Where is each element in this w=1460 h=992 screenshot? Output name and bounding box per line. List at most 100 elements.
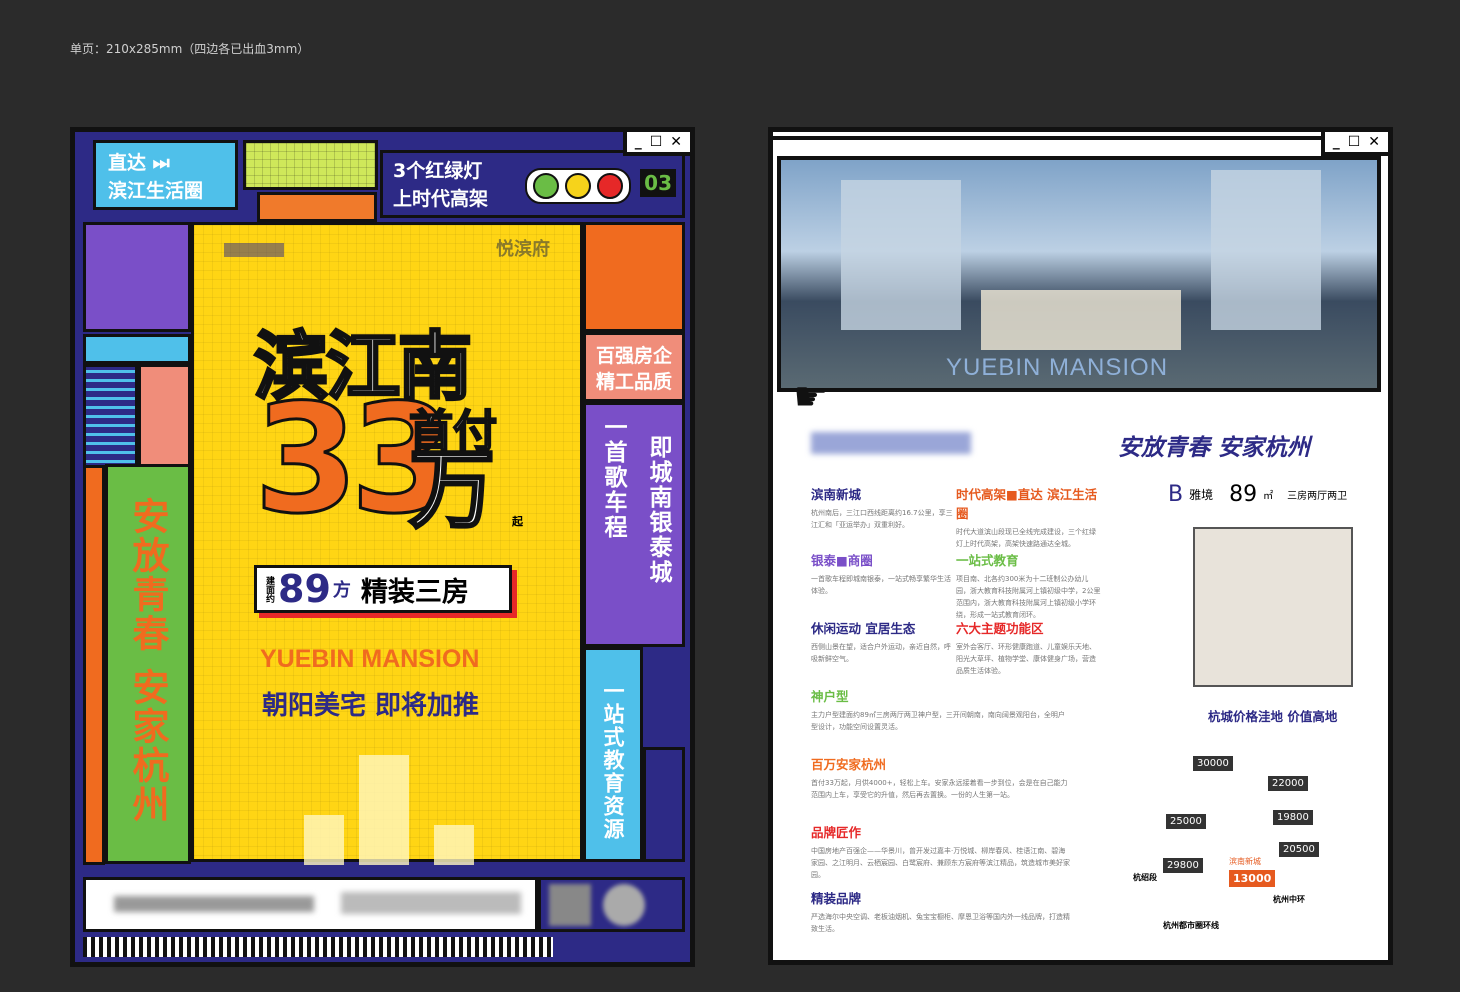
sec-title: 时代高架■直达 滨江生活圈	[956, 487, 1098, 521]
sec-body: 杭州南后，三江口西线距离约16.7公里，享三江汇和「亚运举办」双重利好。	[811, 509, 953, 529]
price-suffix: 起	[512, 515, 523, 528]
price-tag: 20500	[1279, 842, 1319, 857]
brand-name: 悦滨府	[496, 239, 550, 260]
blue-cloud-block	[83, 334, 191, 364]
badge-line1: 直达 ⏭	[108, 152, 170, 174]
sec-title: 休闲运动 宜居生态	[811, 621, 916, 636]
traffic-number: 03	[640, 169, 676, 197]
badge-block: 直达 ⏭ 滨江生活圈	[93, 140, 238, 210]
hero-building-left	[841, 180, 961, 330]
red-light-icon	[597, 173, 623, 199]
sec-body: 中国房地产百强企——华景川，曾开发过嘉丰·万悦城、柳岸春风、桂语江南、碧海家园、…	[811, 847, 1070, 879]
sec-body: 一首歌车程即城南银泰，一站式畅享繁华生活体验。	[811, 575, 951, 595]
close-icon[interactable]: ✕	[1368, 134, 1380, 150]
skyline-b	[304, 815, 344, 865]
plan-area: 89	[1229, 482, 1258, 507]
back-window-controls: _ ☐ ✕	[1320, 132, 1388, 156]
front-window-controls: _ ☐ ✕	[622, 132, 690, 156]
sec-title: 百万安家杭州	[811, 757, 887, 772]
map-title: 杭城价格洼地 价值高地	[1208, 709, 1338, 724]
back-slogan: 安放青春 安家杭州	[1118, 435, 1311, 461]
side-badge-line1: 百强房企	[596, 345, 673, 367]
floorplan-header: B 雅境 89 ㎡ 三房两厅两卫	[1168, 482, 1347, 507]
skyline	[359, 755, 409, 865]
sec-body: 西侧山景在望，适合户外运动，亲近自然，呼吸新鲜空气。	[811, 643, 951, 663]
main-yellow-panel: 悦滨府 滨江南 33 首付 万 起 建面约 89 方 精装三房 YUEBIN M…	[191, 222, 583, 865]
sec-body: 时代大道滨山段现已全线完成建设，三个红绿灯上时代高架，高架快速路通达全城。	[956, 528, 1096, 548]
sec-body: 主力户型建面约89㎡三房两厅两卫神户型，三开间朝南，南向阔景观阳台，全明户型设计…	[811, 711, 1065, 731]
caption: 单页：210x285mm（四边各已出血3mm）	[70, 42, 310, 56]
front-page: 直达 ⏭ 滨江生活圈 3个红绿灯 上时代高架 03 _ ☐ ✕ 悦滨府 滨江南 …	[70, 127, 695, 967]
hero-photo: YUEBIN MANSION	[777, 156, 1381, 392]
qr-block	[538, 877, 685, 932]
sec-body: 室外会客厅、环形健康跑道、儿童娱乐天地、阳光大草坪、植物学堂、康体健身广场，营造…	[956, 643, 1096, 675]
blue-vertical-block: 一站式教育资源	[583, 647, 643, 862]
orange-edge	[83, 465, 105, 865]
back-logo-blur	[811, 432, 971, 454]
hero-gate	[981, 290, 1181, 350]
side-badge-line2: 精工品质	[596, 371, 673, 393]
slogan-line: 朝阳美宅 即将加推	[262, 691, 480, 721]
sec-title: 神户型	[811, 689, 849, 704]
sec-body: 严选海尔中央空调、老板油烟机、兔宝宝橱柜、摩恩卫浴等国内外一线品牌，打造精致生活…	[811, 913, 1070, 933]
floorplan-image	[1193, 527, 1353, 687]
barcode-strip	[83, 937, 553, 957]
close-icon[interactable]: ✕	[670, 134, 682, 150]
sec-title: 精装品牌	[811, 891, 862, 906]
price-tag: 22000	[1268, 776, 1308, 791]
green-vertical-block: 安放青春 安家杭州	[105, 464, 191, 864]
yellow-light-icon	[565, 173, 591, 199]
vert-city: 即城南银泰城	[645, 435, 671, 585]
brand-logo	[224, 243, 284, 257]
green-light-icon	[533, 173, 559, 199]
sec-body: 项目南、北各约300米为十二班制公办幼儿园，浙大教育科技附属河上镇初级中学，2公…	[956, 575, 1101, 619]
map-label: 滨南新城	[1229, 857, 1261, 866]
sec-title: 品牌匠作	[811, 825, 862, 840]
price-unit: 万	[408, 440, 497, 540]
bridge-block	[257, 192, 377, 222]
back-window-bar	[773, 132, 1388, 140]
maximize-icon[interactable]: ☐	[1348, 134, 1361, 150]
vert-song: 一首歌车程	[600, 415, 626, 540]
price-tag: 29800	[1163, 858, 1203, 873]
traffic-light	[525, 168, 631, 204]
price-tag: 30000	[1193, 756, 1233, 771]
hero-caption: YUEBIN MANSION	[946, 354, 1169, 381]
size-banner: 建面约 89 方 精装三房	[254, 565, 512, 613]
sec-body: 首付33万起，月供4000+，轻松上车。安家永远接着看一步到位，会是在自己能力范…	[811, 779, 1068, 799]
hero-building-right	[1211, 170, 1321, 330]
side-badge: 百强房企 精工品质	[583, 332, 685, 402]
plan-area-unit: ㎡	[1263, 491, 1274, 502]
sec-title: 滨南新城	[811, 487, 862, 502]
contact-bar	[83, 877, 538, 932]
maximize-icon[interactable]: ☐	[650, 134, 663, 150]
sec-title: 银泰■商圈	[811, 553, 873, 568]
minimize-icon[interactable]: _	[1333, 134, 1340, 150]
mountain-block	[583, 222, 685, 332]
price-tag: 25000	[1166, 814, 1206, 829]
vert-edu: 一站式教育资源	[601, 680, 625, 841]
plan-name: 雅境	[1189, 488, 1214, 502]
tower-block	[643, 747, 685, 862]
purple-vertical-block: 一首歌车程 即城南银泰城	[583, 402, 685, 647]
badge-line2: 滨江生活圈	[108, 180, 204, 202]
phone-blur	[114, 896, 314, 912]
plan-type: B	[1168, 482, 1184, 507]
address-blur	[341, 892, 521, 914]
price-tag: 19800	[1273, 810, 1313, 825]
pointer-hand-icon: ☛	[793, 374, 829, 420]
skyline-c	[434, 825, 474, 865]
minimize-icon[interactable]: _	[635, 134, 642, 150]
price-map: 30000 22000 25000 19800 20500 29800 1300…	[1133, 732, 1363, 932]
sec-title: 一站式教育	[956, 553, 1019, 568]
plan-desc: 三房两厅两卫	[1287, 491, 1348, 502]
traffic-block: 3个红绿灯 上时代高架 03	[380, 150, 685, 218]
vert-left-text: 安放青春 安家杭州	[126, 497, 169, 824]
map-label: 杭绍段	[1133, 873, 1157, 882]
price-tag-highlight: 13000	[1229, 870, 1276, 887]
size-prefix: 建面约	[264, 575, 274, 603]
back-page: _ ☐ ✕ YUEBIN MANSION ☛ 安放青春 安家杭州 滨南新城杭州南…	[768, 127, 1393, 965]
eng-name: YUEBIN MANSION	[260, 645, 480, 673]
map-label: 杭州都市圈环线	[1163, 921, 1219, 930]
qr-code	[549, 884, 591, 926]
